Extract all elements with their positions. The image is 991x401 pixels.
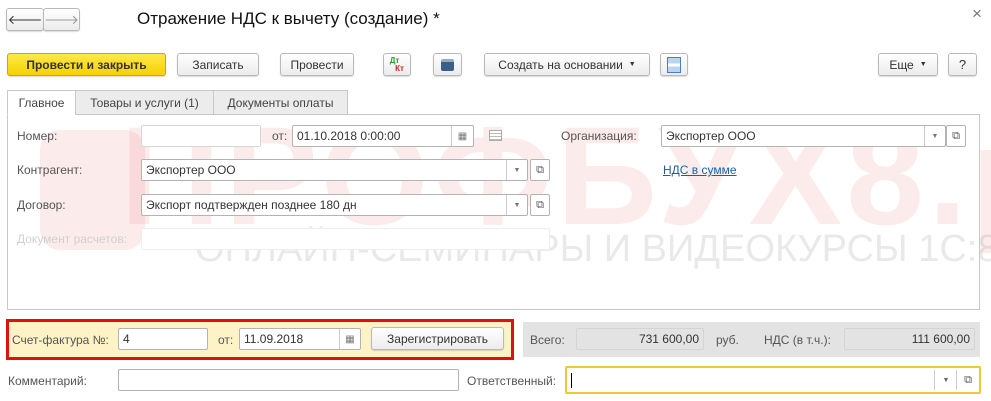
save-button[interactable]: Записать [177,53,259,76]
invoice-date-value: 11.09.2018 [244,332,304,346]
tab-payment-documents[interactable]: Документы оплаты [213,90,348,115]
responsible-input[interactable]: ▼ ⧉ [565,366,981,394]
settlement-document-label: Документ расчетов: [17,232,128,246]
chevron-down-icon[interactable]: ▼ [934,370,957,390]
counterparty-value: Экспортер ООО [146,163,236,177]
forward-button[interactable]: 🡒 [43,8,80,31]
post-and-close-button[interactable]: Провести и закрыть [7,53,166,76]
invoice-number-input[interactable]: 4 [118,328,208,350]
kt-icon: Кт [395,63,404,73]
back-button[interactable]: 🡐 [6,8,44,31]
currency-label: руб. [716,333,739,347]
vat-label: НДС (в т.ч.): [764,333,831,347]
date-input[interactable]: 01.10.2018 0:00:00 ▦ [292,125,474,147]
comment-input[interactable] [118,369,459,391]
settlement-document-input [141,228,550,250]
invoice-label: Счет-фактура №: [12,333,109,347]
text-cursor [571,372,572,388]
chevron-down-icon[interactable]: ▼ [506,195,527,215]
responsible-label: Ответственный: [467,374,557,388]
more-label: Еще [889,57,914,72]
create-based-on-label: Создать на основании [498,57,623,72]
date-value: 01.10.2018 0:00:00 [297,129,401,143]
arrow-left-icon: 🡐 [7,11,43,27]
open-organization-icon[interactable]: ⧉ [946,125,966,147]
contract-value: Экспорт подтвержден позднее 180 дн [146,198,357,212]
organization-input[interactable]: Экспортер ООО ▼ [661,125,946,147]
counterparty-label: Контрагент: [17,163,83,177]
organization-value: Экспортер ООО [666,129,756,143]
contract-label: Договор: [17,198,66,212]
chevron-down-icon: ▼ [628,61,636,68]
structure-button[interactable] [660,53,688,76]
open-counterparty-icon[interactable]: ⧉ [530,159,550,181]
tab-main-active[interactable]: Главное [7,90,76,115]
tab-label: Главное [18,95,65,110]
invoice-date-label: от: [218,333,234,347]
structure-icon [667,56,681,73]
counterparty-input[interactable]: Экспортер ООО ▼ [141,159,528,181]
print-button[interactable] [433,53,462,76]
page-title: Отражение НДС к вычету (создание) * [137,9,440,28]
chevron-down-icon[interactable]: ▼ [924,126,945,146]
vat-value: 111 600,00 [844,328,975,350]
comment-label: Комментарий: [8,374,87,388]
open-contract-icon[interactable]: ⧉ [530,194,550,216]
help-button[interactable]: ? [948,53,977,76]
close-icon[interactable]: × [972,4,982,24]
number-label: Номер: [17,129,58,143]
tab-goods-services[interactable]: Товары и услуги (1) [75,90,214,115]
date-label: от: [272,129,288,143]
chevron-down-icon: ▼ [919,61,927,68]
dt-kt-button[interactable]: Дт Кт [383,53,411,76]
printer-icon [441,58,454,71]
calendar-icon[interactable]: ▦ [339,329,360,349]
contract-input[interactable]: Экспорт подтвержден позднее 180 дн ▼ [141,194,528,216]
register-button[interactable]: Зарегистрировать [371,327,504,350]
chevron-down-icon[interactable]: ▼ [506,160,527,180]
invoice-date-input[interactable]: 11.09.2018 ▦ [239,328,361,350]
tab-label: Товары и услуги (1) [90,95,199,110]
number-input[interactable] [141,125,261,147]
vat-in-amount-link[interactable]: НДС в сумме [663,163,737,177]
more-button[interactable]: Еще ▼ [878,53,938,76]
create-based-on-button[interactable]: Создать на основании ▼ [484,53,650,76]
tab-label: Документы оплаты [227,95,334,110]
post-button[interactable]: Провести [280,53,354,76]
open-responsible-icon[interactable]: ⧉ [956,370,979,390]
arrow-right-icon: 🡒 [44,11,79,27]
total-label: Всего: [530,333,565,347]
calendar-icon[interactable]: ▦ [451,126,473,146]
organization-label: Организация: [561,129,637,143]
history-icon[interactable] [489,130,502,141]
total-value: 731 600,00 [576,328,704,350]
